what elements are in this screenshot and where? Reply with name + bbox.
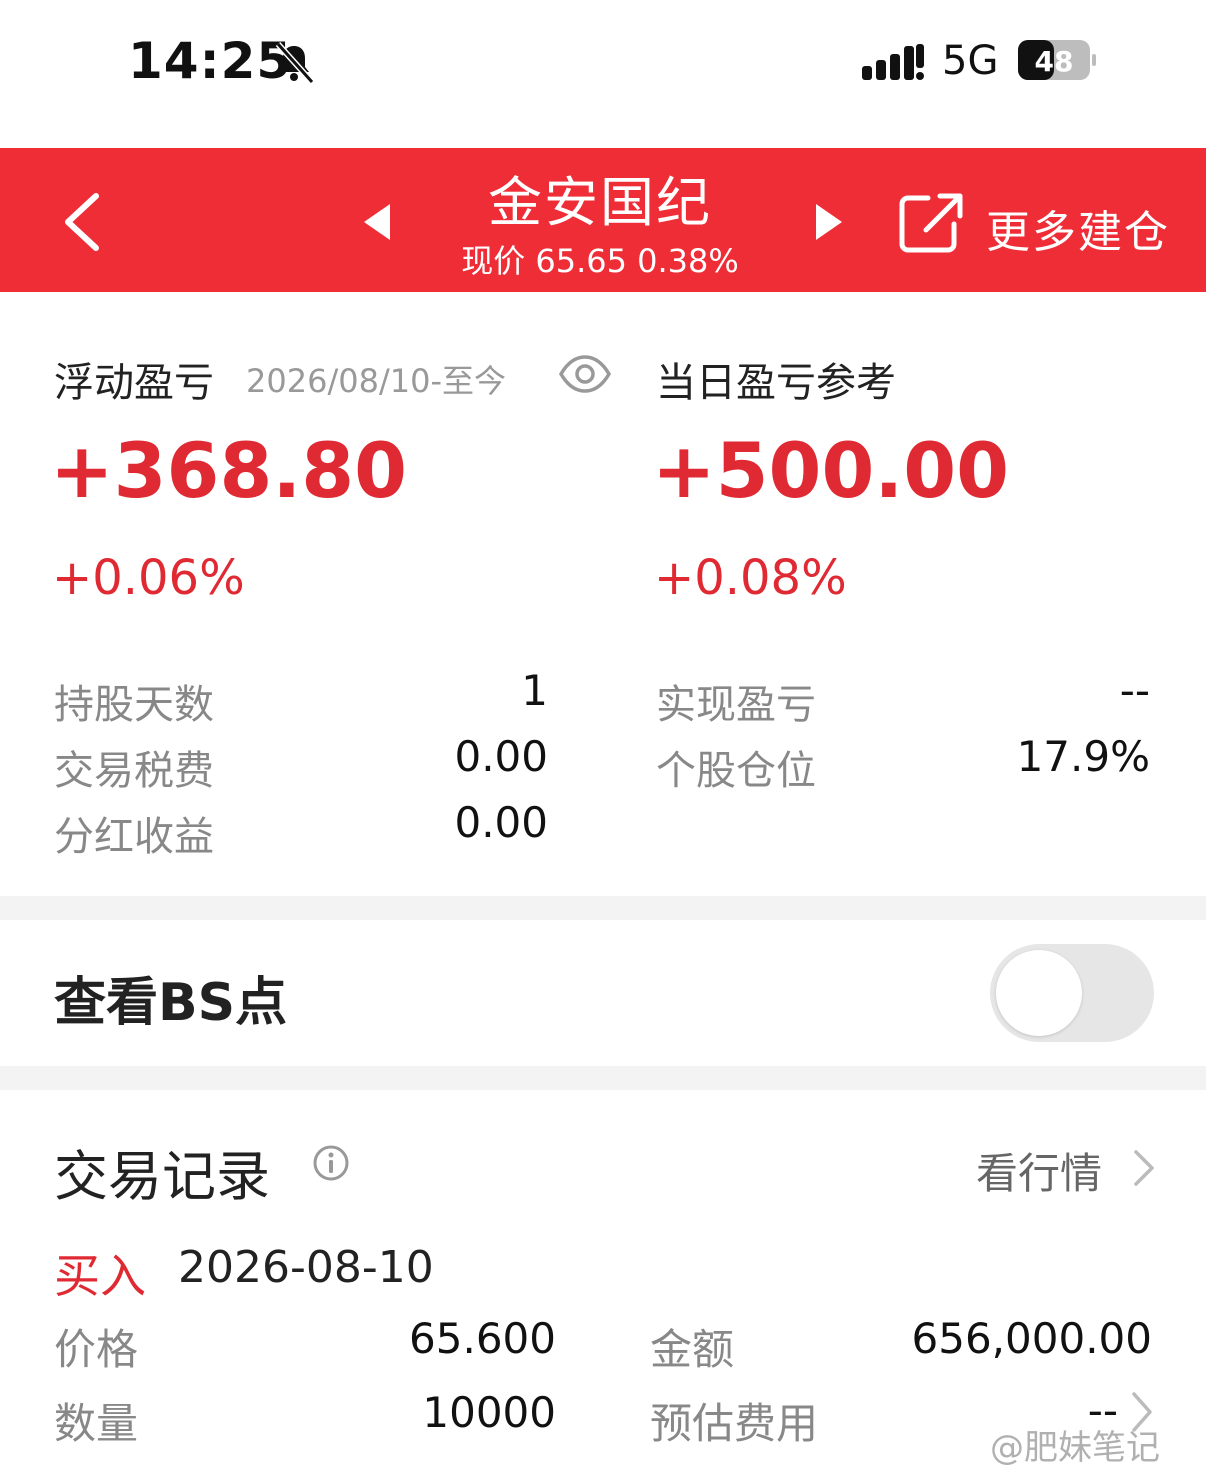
trade-fee-value: 0.00: [454, 732, 548, 781]
next-stock-icon[interactable]: [812, 202, 846, 242]
status-time: 14:25: [128, 32, 293, 90]
price-value: 65.600: [409, 1314, 556, 1363]
bs-points-label: 查看BS点: [54, 973, 288, 1033]
floating-pnl-value: +368.80: [50, 426, 407, 515]
realized-pnl-value: --: [1119, 666, 1150, 715]
eye-icon[interactable]: [558, 354, 612, 394]
watermark: @肥妹笔记: [990, 1428, 1160, 1468]
signal-icon: [862, 44, 926, 84]
dividend-label: 分红收益: [54, 814, 214, 860]
more-positions-button[interactable]: 更多建仓: [986, 196, 1170, 260]
trade-date: 2026-08-10: [178, 1242, 434, 1293]
stock-name: 金安国纪: [488, 171, 712, 234]
section-divider: [0, 1066, 1206, 1090]
amount-label: 金额: [650, 1325, 735, 1374]
bell-muted-icon: [275, 41, 315, 84]
position-ratio-value: 17.9%: [1016, 732, 1150, 781]
trade-records-title: 交易记录: [54, 1145, 270, 1208]
chevron-right-icon[interactable]: [1130, 1148, 1156, 1188]
toggle-knob: [996, 950, 1082, 1036]
quantity-label: 数量: [54, 1399, 139, 1448]
network-type: 5G: [942, 38, 999, 84]
info-icon[interactable]: [312, 1144, 350, 1182]
holding-days-label: 持股天数: [54, 682, 214, 728]
floating-pnl-period: 2026/08/10-至今: [246, 362, 506, 400]
realized-pnl-label: 实现盈亏: [656, 682, 816, 728]
section-divider: [0, 896, 1206, 920]
prev-stock-icon[interactable]: [360, 202, 394, 242]
holding-days-value: 1: [521, 666, 548, 715]
daily-pnl-pct: +0.08%: [654, 550, 847, 606]
share-icon[interactable]: [898, 192, 964, 254]
trade-fee-label: 交易税费: [54, 748, 214, 794]
current-price: 现价 65.65 0.38%: [461, 242, 739, 280]
amount-value: 656,000.00: [911, 1314, 1152, 1363]
quantity-value: 10000: [422, 1388, 556, 1437]
daily-pnl-value: +500.00: [652, 426, 1009, 515]
dividend-value: 0.00: [454, 798, 548, 847]
floating-pnl-pct: +0.06%: [52, 550, 245, 606]
daily-pnl-label: 当日盈亏参考: [656, 360, 896, 406]
battery-level: 48: [1035, 45, 1074, 78]
position-ratio-label: 个股仓位: [656, 748, 816, 794]
back-arrow-icon[interactable]: [60, 190, 104, 254]
battery-icon: 48: [1018, 40, 1096, 80]
view-market-link[interactable]: 看行情: [976, 1140, 1102, 1201]
trade-type: 买入: [54, 1249, 146, 1303]
floating-pnl-label: 浮动盈亏: [54, 360, 214, 406]
price-label: 价格: [54, 1325, 139, 1374]
est-fee-label: 预估费用: [650, 1399, 819, 1448]
